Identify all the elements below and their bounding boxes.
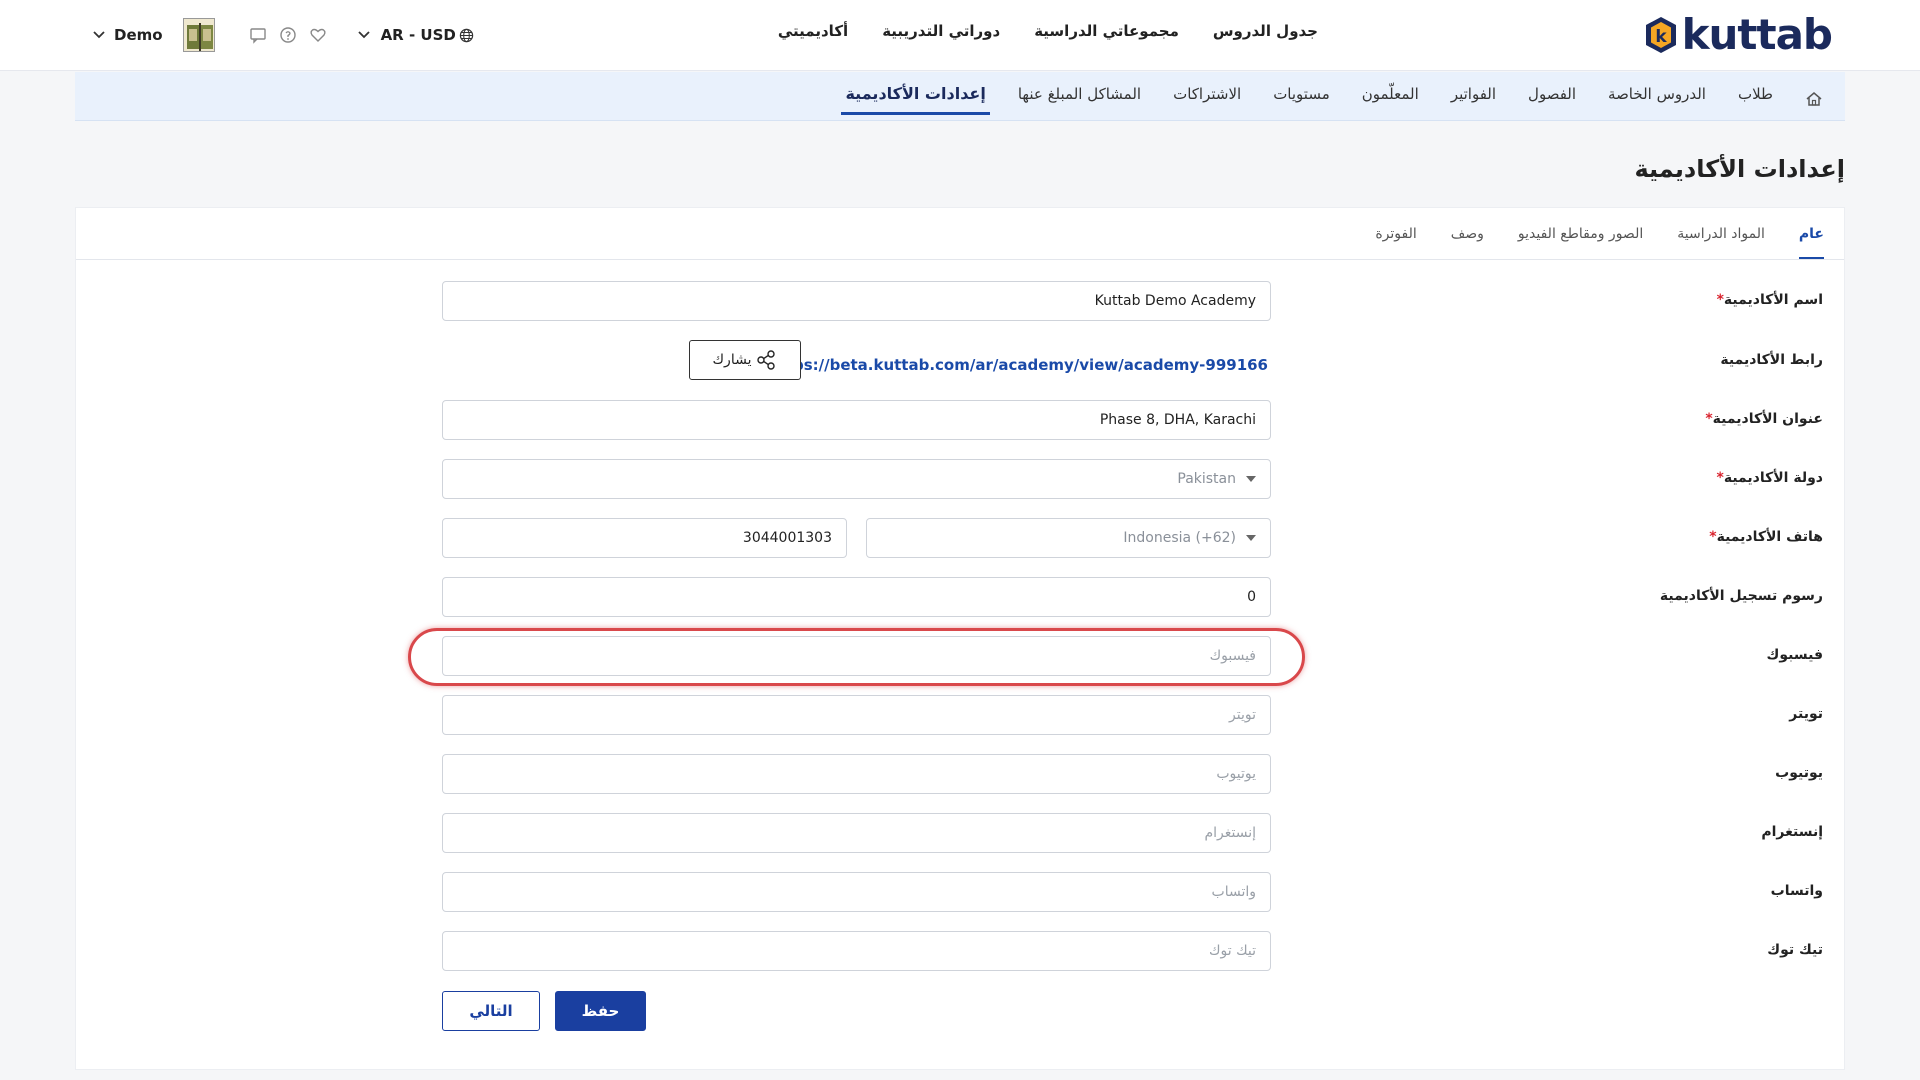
academy-name-label: *اسم الأكاديمية [1713,292,1823,308]
academy-country-value: Pakistan [1177,471,1236,487]
main-nav: جدول الدروس مجموعاتي الدراسية دوراتي الت… [778,22,1318,40]
academy-name-field[interactable] [442,281,1271,321]
academy-address-label: *عنوان الأكاديمية [1701,411,1823,427]
lang-chevron-down-icon[interactable] [355,26,373,44]
tab-billing[interactable]: الفوترة [1375,208,1416,260]
instagram-input[interactable] [457,814,1256,852]
next-button[interactable]: التالي [442,991,540,1031]
subnav-private-lessons[interactable]: الدروس الخاصة [1608,85,1706,115]
instagram-label: إنستغرام [1761,824,1823,840]
messages-icon[interactable] [247,24,269,46]
header-user-area: Demo AR - USD [90,16,474,54]
subnav-classes[interactable]: الفصول [1528,85,1576,115]
required-mark: * [1705,411,1713,427]
required-mark: * [1716,470,1724,486]
home-icon[interactable] [1805,90,1825,110]
country-caret-down-icon [1246,476,1256,482]
twitter-field[interactable] [442,695,1271,735]
academy-link-label: رابط الأكاديمية [1720,352,1823,368]
share-button[interactable]: يشارك [689,340,801,380]
user-name[interactable]: Demo [114,26,163,44]
academy-phone-field[interactable] [442,518,847,558]
registration-fee-label: رسوم تسجيل الأكاديمية [1659,588,1823,604]
logo-letter: k [1655,27,1667,47]
academy-country-label: *دولة الأكاديمية [1713,470,1824,486]
nav-my-academy[interactable]: أكاديميتي [778,22,848,40]
kuttab-logo-mark-icon: k [1642,15,1680,55]
kuttab-logo[interactable]: k kuttab [1642,10,1833,59]
youtube-field[interactable] [442,754,1271,794]
academy-subnav: طلاب الدروس الخاصة الفصول الفواتير المعل… [75,72,1845,121]
help-icon[interactable] [277,24,299,46]
share-button-label: يشارك [712,352,752,368]
twitter-label: تويتر [1789,706,1823,722]
phone-country-code-select[interactable]: Indonesia (+62) [866,518,1271,558]
subnav-subscriptions[interactable]: الاشتراكات [1173,85,1241,115]
registration-fee-input[interactable] [457,578,1256,616]
save-button[interactable]: حفظ [555,991,646,1031]
facebook-field[interactable] [442,636,1271,676]
academy-country-label-text: دولة الأكاديمية [1723,470,1823,486]
tiktok-label: تيك توك [1767,942,1823,958]
academy-phone-label: *هاتف الأكاديمية [1705,529,1823,545]
user-menu-chevron-down-icon[interactable] [90,26,108,44]
phone-code-caret-down-icon [1246,535,1256,541]
tiktok-field[interactable] [442,931,1271,971]
instagram-field[interactable] [442,813,1271,853]
top-header: k kuttab جدول الدروس مجموعاتي الدراسية د… [0,0,1920,71]
settings-card: عام المواد الدراسية الصور ومقاطع الفيديو… [75,207,1845,1070]
subnav-reported-issues[interactable]: المشاكل المبلغ عنها [1018,85,1141,115]
academy-name-label-text: اسم الأكاديمية [1723,292,1823,308]
academy-phone-label-text: هاتف الأكاديمية [1716,529,1823,545]
nav-lessons-schedule[interactable]: جدول الدروس [1213,22,1318,40]
tabs-divider [76,259,1844,260]
subnav-academy-settings[interactable]: إعدادات الأكاديمية [841,84,991,115]
avatar[interactable] [182,18,215,52]
academy-address-field[interactable] [442,400,1271,440]
subnav-levels[interactable]: مستويات [1273,85,1330,115]
phone-country-code-value: Indonesia (+62) [1123,530,1236,546]
subnav-students[interactable]: طلاب [1738,85,1773,115]
subnav-invoices[interactable]: الفواتير [1451,85,1496,115]
language-currency-label: AR - USD [380,26,456,44]
nav-my-study-groups[interactable]: مجموعاتي الدراسية [1034,22,1179,40]
required-mark: * [1709,529,1717,545]
logo-text: kuttab [1681,10,1833,59]
academy-phone-input[interactable] [457,519,832,557]
facebook-input[interactable] [457,637,1256,675]
academy-address-label-text: عنوان الأكاديمية [1712,411,1823,427]
required-mark: * [1716,292,1724,308]
youtube-input[interactable] [457,755,1256,793]
subnav-teachers[interactable]: المعلّمون [1362,85,1419,115]
favorites-heart-icon[interactable] [307,24,329,46]
tab-general[interactable]: عام [1798,208,1825,260]
globe-icon [459,28,474,42]
youtube-label: يوتيوب [1775,765,1823,781]
academy-address-input[interactable] [457,401,1256,439]
settings-tabs: عام المواد الدراسية الصور ومقاطع الفيديو… [1375,208,1825,260]
academy-name-input[interactable] [457,282,1256,320]
tab-subjects[interactable]: المواد الدراسية [1677,208,1765,260]
facebook-label: فيسبوك [1766,647,1823,663]
tiktok-input[interactable] [457,932,1256,970]
whatsapp-field[interactable] [442,872,1271,912]
registration-fee-field[interactable] [442,577,1271,617]
academy-country-select[interactable]: Pakistan [442,459,1271,499]
academy-link-url[interactable]: https://beta.kuttab.com/ar/academy/view/… [768,356,1268,374]
nav-my-courses[interactable]: دوراتي التدريبية [882,22,1000,40]
whatsapp-label: واتساب [1770,883,1823,899]
language-currency-selector[interactable]: AR - USD [381,26,474,44]
share-icon [757,350,776,370]
page-title: إعدادات الأكاديمية [1634,155,1845,183]
whatsapp-input[interactable] [457,873,1256,911]
tab-media[interactable]: الصور ومقاطع الفيديو [1518,208,1643,260]
twitter-input[interactable] [457,696,1256,734]
tab-description[interactable]: وصف [1451,208,1484,260]
